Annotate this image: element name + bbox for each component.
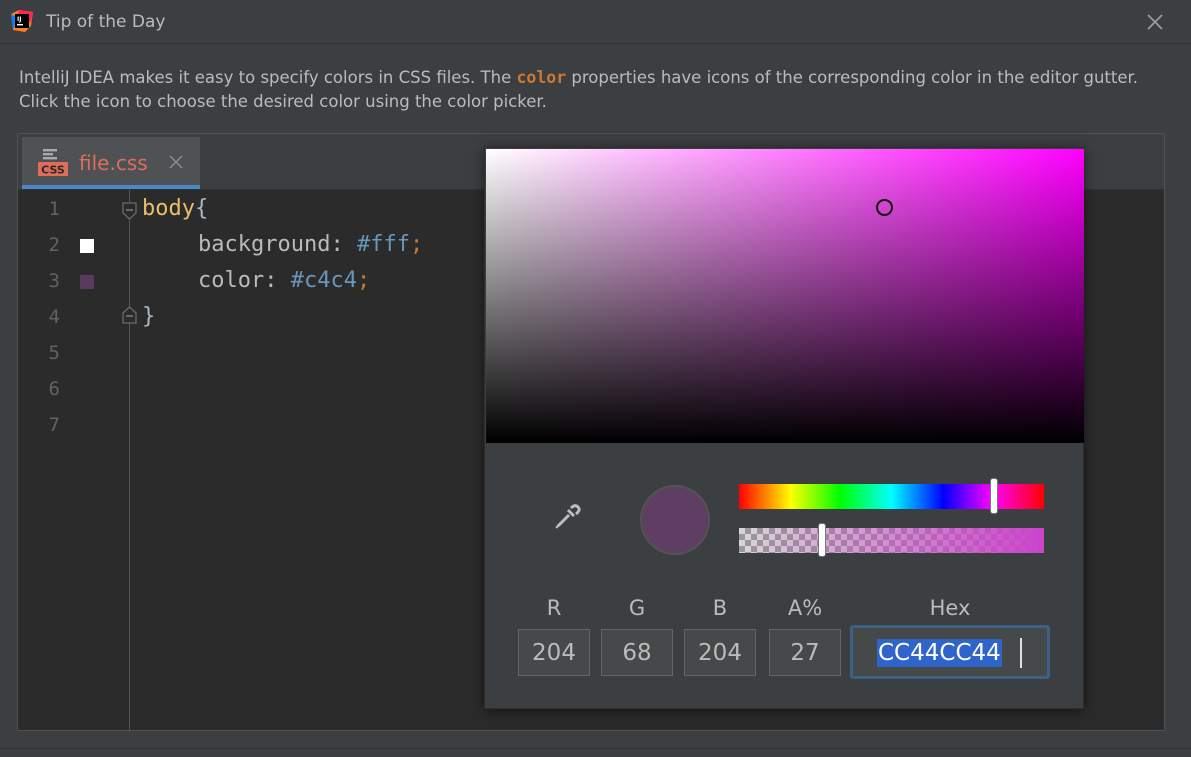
line-number: 1 — [48, 198, 60, 220]
close-icon[interactable] — [1143, 10, 1167, 34]
line-number: 3 — [48, 270, 60, 292]
text-caret — [1020, 638, 1022, 668]
alpha-slider[interactable] — [739, 528, 1044, 553]
gutter-color-swatch-white[interactable] — [80, 239, 94, 253]
css-file-icon: CSS — [38, 149, 68, 177]
css-icon-label: CSS — [41, 164, 65, 177]
tab-close-icon[interactable] — [168, 154, 184, 170]
line-number: 6 — [48, 378, 60, 400]
code-value: #c4c4 — [290, 268, 357, 293]
code-value: #fff — [356, 232, 410, 257]
code-line-4: } — [142, 304, 155, 329]
color-picker-popup: R G B A% Hex CC44CC44 — [484, 147, 1084, 709]
hex-label: Hex — [929, 596, 971, 620]
code-line-2: background: #fff; — [198, 232, 423, 257]
tip-keyword: color — [516, 68, 567, 87]
code-property: color: — [198, 268, 291, 293]
svg-text:IJ: IJ — [17, 16, 21, 23]
alpha-slider-thumb[interactable] — [818, 523, 826, 557]
alpha-field[interactable] — [769, 629, 841, 676]
tip-text-start: IntelliJ IDEA makes it easy to specify c… — [19, 68, 517, 87]
dialog-bottom-edge — [0, 748, 1191, 757]
tab-file-css[interactable]: CSS file.css — [22, 137, 200, 189]
code-line-1: body{ — [142, 196, 208, 221]
color-preview-circle — [640, 485, 710, 555]
gutter-divider — [129, 190, 130, 730]
fold-close-icon[interactable] — [121, 305, 138, 325]
dialog-title: Tip of the Day — [46, 12, 166, 32]
tab-label: file.css — [79, 151, 148, 175]
code-semicolon: ; — [356, 268, 371, 293]
b-label: B — [712, 596, 728, 620]
blue-field[interactable] — [684, 629, 756, 676]
eyedropper-icon[interactable] — [552, 502, 582, 532]
dialog-title-bar: IJ Tip of the Day — [0, 0, 1191, 44]
line-number: 7 — [48, 414, 60, 436]
alpha-label: A% — [787, 596, 823, 620]
line-number: 2 — [48, 234, 60, 256]
hex-field[interactable]: CC44CC44 — [850, 625, 1050, 679]
saturation-brightness-area[interactable] — [486, 149, 1084, 443]
code-property: background: — [198, 232, 357, 257]
g-label: G — [628, 596, 646, 620]
code-semicolon: ; — [409, 232, 424, 257]
code-brace: { — [194, 196, 209, 221]
code-selector: body — [142, 196, 195, 221]
hue-slider[interactable] — [739, 484, 1044, 509]
color-selection-handle[interactable] — [876, 199, 893, 216]
red-field[interactable] — [518, 629, 590, 676]
r-label: R — [546, 596, 562, 620]
code-brace: } — [142, 304, 156, 329]
green-field[interactable] — [601, 629, 673, 676]
tip-description: IntelliJ IDEA makes it easy to specify c… — [19, 66, 1169, 114]
code-line-3: color: #c4c4; — [198, 268, 370, 293]
hex-value-selected: CC44CC44 — [877, 639, 1002, 667]
gutter-color-swatch-purple[interactable] — [80, 275, 94, 289]
intellij-idea-logo-icon: IJ — [11, 10, 33, 32]
fold-open-icon[interactable] — [121, 201, 138, 221]
hue-slider-thumb[interactable] — [990, 478, 998, 514]
line-number: 5 — [48, 342, 60, 364]
line-number: 4 — [48, 306, 60, 328]
